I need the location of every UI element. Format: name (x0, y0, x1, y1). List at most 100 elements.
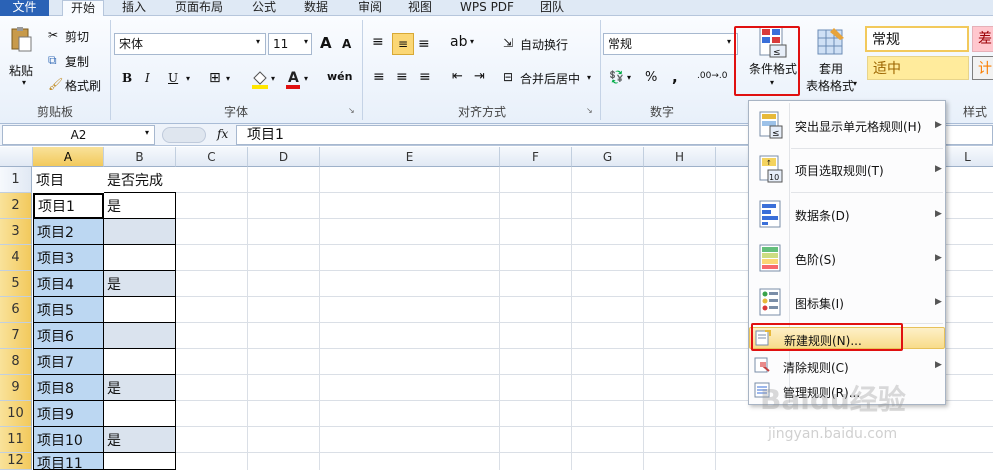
row-header[interactable]: 10 (0, 401, 32, 427)
phonetic-button[interactable]: wén (327, 70, 352, 83)
row-header[interactable]: 2 (0, 193, 32, 219)
comma-button[interactable]: , (672, 68, 678, 86)
tab-wps-pdf[interactable]: WPS PDF (452, 0, 522, 16)
column-header[interactable]: E (320, 147, 500, 167)
paste-icon[interactable] (8, 24, 34, 54)
dialog-launcher-icon[interactable]: ↘ (586, 106, 593, 115)
cell-a11[interactable]: 项目10 (33, 427, 104, 453)
borders-icon[interactable]: ⊞ (209, 70, 221, 86)
column-header[interactable]: A (33, 147, 104, 167)
align-bottom-icon[interactable]: ≡ (418, 36, 430, 52)
cell-b5[interactable]: 是 (104, 271, 176, 297)
chevron-down-icon[interactable]: ▾ (627, 73, 631, 82)
fill-color-icon[interactable] (250, 68, 270, 90)
tab-team[interactable]: 团队 (532, 0, 572, 16)
font-name-select[interactable]: 宋体 (114, 33, 266, 55)
align-middle-icon[interactable]: ≡ (392, 33, 414, 55)
tab-view[interactable]: 视图 (400, 0, 440, 16)
italic-button[interactable]: I (145, 71, 150, 85)
cell-b10[interactable] (104, 401, 176, 427)
cell-b11[interactable]: 是 (104, 427, 176, 453)
align-top-icon[interactable]: ≡ (372, 34, 384, 50)
column-header[interactable]: B (104, 147, 176, 167)
cell-b7[interactable] (104, 323, 176, 349)
chevron-down-icon[interactable]: ▾ (304, 37, 308, 46)
row-header[interactable]: 1 (0, 167, 32, 193)
tab-insert[interactable]: 插入 (114, 0, 154, 16)
row-header[interactable]: 6 (0, 297, 32, 323)
cell-b9[interactable]: 是 (104, 375, 176, 401)
chevron-down-icon[interactable]: ▾ (186, 74, 190, 83)
column-header[interactable]: G (572, 147, 644, 167)
underline-button[interactable]: U (168, 71, 178, 85)
table-format-icon[interactable] (814, 24, 848, 60)
cell-b4[interactable] (104, 245, 176, 271)
style-neutral[interactable]: 适中 (867, 56, 969, 80)
select-all-corner[interactable] (0, 147, 33, 167)
chevron-down-icon[interactable]: ▾ (226, 74, 230, 83)
chevron-down-icon[interactable]: ▾ (853, 79, 857, 88)
style-normal[interactable]: 常规 (865, 26, 969, 52)
row-header[interactable]: 12 (0, 453, 32, 470)
table-format-label-1[interactable]: 套用 (819, 60, 843, 77)
align-left-icon[interactable]: ≡ (373, 69, 385, 85)
row-header[interactable]: 5 (0, 271, 32, 297)
name-box[interactable]: A2 (2, 125, 155, 145)
row-header[interactable]: 4 (0, 245, 32, 271)
merge-center-button[interactable]: 合并后居中 (520, 70, 580, 87)
style-bad[interactable]: 差 (972, 26, 993, 52)
paste-dropdown-icon[interactable]: ▾ (22, 78, 26, 87)
cut-button[interactable]: 剪切 (65, 28, 89, 45)
column-header[interactable]: D (248, 147, 320, 167)
chevron-down-icon[interactable]: ▾ (727, 37, 731, 46)
grow-font-button[interactable]: A (320, 34, 332, 52)
dialog-launcher-icon[interactable]: ↘ (348, 106, 355, 115)
cell-a4[interactable]: 项目3 (33, 245, 104, 271)
tab-formulas[interactable]: 公式 (244, 0, 284, 16)
wrap-text-icon[interactable]: ⇲ (503, 36, 513, 50)
menu-item-color-scales[interactable]: 色阶(S) ▶ (749, 242, 945, 276)
cut-icon[interactable]: ✂ (48, 28, 58, 42)
decrease-indent-icon[interactable]: ⇤ (452, 69, 463, 84)
decimal-buttons[interactable]: .00→.0 (697, 72, 727, 81)
cell-b8[interactable] (104, 349, 176, 375)
tab-page-layout[interactable]: 页面布局 (168, 0, 230, 16)
cell-a7[interactable]: 项目6 (33, 323, 104, 349)
shrink-font-button[interactable]: A (342, 37, 351, 51)
menu-item-icon-sets[interactable]: 图标集(I) ▶ (749, 286, 945, 320)
column-header[interactable]: C (176, 147, 248, 167)
cell-a8[interactable]: 项目7 (33, 349, 104, 375)
menu-item-top-bottom-rules[interactable]: ↑ 10 项目选取规则(T) ▶ (749, 153, 945, 187)
chevron-down-icon[interactable]: ▾ (304, 74, 308, 83)
percent-button[interactable]: % (645, 70, 657, 85)
tab-file[interactable]: 文件 (0, 0, 49, 16)
cell-b1[interactable]: 是否完成 (104, 167, 176, 193)
chevron-down-icon[interactable]: ▾ (587, 73, 591, 82)
row-header[interactable]: 3 (0, 219, 32, 245)
row-header[interactable]: 7 (0, 323, 32, 349)
paste-button[interactable]: 粘贴 (9, 62, 33, 79)
cell-b2[interactable]: 是 (104, 193, 176, 219)
table-format-button[interactable]: 表格格式 (806, 77, 854, 94)
tab-data[interactable]: 数据 (296, 0, 336, 16)
align-right-icon[interactable]: ≡ (419, 69, 431, 85)
cell-a3[interactable]: 项目2 (33, 219, 104, 245)
chevron-down-icon[interactable]: ▾ (145, 128, 149, 137)
tab-home[interactable]: 开始 (62, 0, 104, 17)
cell-b12[interactable] (104, 453, 176, 470)
menu-item-data-bars[interactable]: 数据条(D) ▶ (749, 198, 945, 232)
cell-b6[interactable] (104, 297, 176, 323)
currency-icon[interactable]: 💱 (609, 70, 624, 84)
copy-button[interactable]: 复制 (65, 53, 89, 70)
wrap-text-button[interactable]: 自动换行 (520, 36, 568, 53)
row-header[interactable]: 11 (0, 427, 32, 453)
chevron-down-icon[interactable]: ▾ (470, 37, 474, 46)
formula-splitter[interactable] (162, 127, 206, 143)
cell-a12[interactable]: 项目11 (33, 453, 104, 470)
cell-b3[interactable] (104, 219, 176, 245)
column-header[interactable]: H (644, 147, 716, 167)
menu-item-clear-rules[interactable]: 清除规则(C) ▶ (749, 355, 945, 377)
chevron-down-icon[interactable]: ▾ (271, 74, 275, 83)
number-format-select[interactable]: 常规 (603, 33, 738, 55)
chevron-down-icon[interactable]: ▾ (256, 37, 260, 46)
